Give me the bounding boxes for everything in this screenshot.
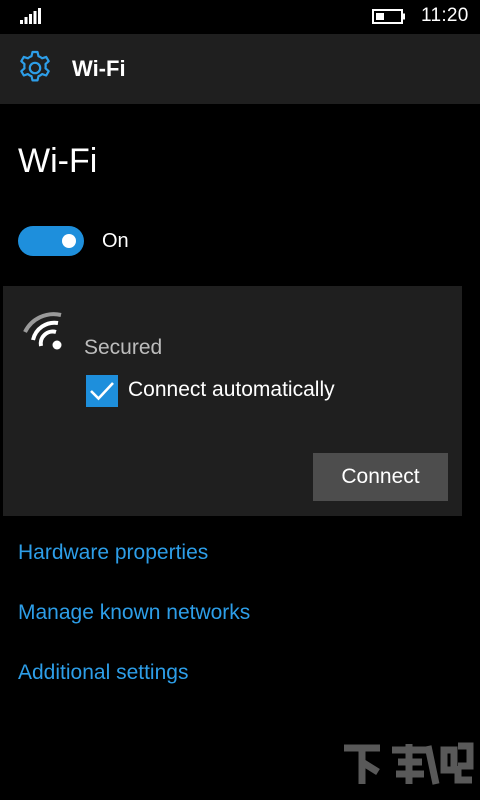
status-time: 11:20 bbox=[421, 5, 469, 26]
network-card[interactable]: Secured Connect automatically Connect bbox=[3, 286, 462, 516]
manage-known-networks-link[interactable]: Manage known networks bbox=[18, 601, 250, 625]
gear-icon bbox=[20, 50, 50, 82]
page-title: Wi-Fi bbox=[18, 142, 98, 180]
network-security-status: Secured bbox=[84, 336, 163, 359]
connect-automatically-checkbox[interactable] bbox=[86, 375, 118, 407]
battery-icon bbox=[372, 9, 405, 24]
additional-settings-link[interactable]: Additional settings bbox=[18, 661, 188, 685]
status-bar: 11:20 bbox=[0, 0, 480, 34]
settings-header: Wi-Fi bbox=[0, 34, 480, 104]
wifi-toggle-label: On bbox=[102, 230, 129, 252]
toggle-knob bbox=[62, 234, 76, 248]
connect-automatically-label[interactable]: Connect automatically bbox=[128, 378, 335, 402]
connect-button[interactable]: Connect bbox=[313, 453, 448, 501]
header-title: Wi-Fi bbox=[72, 56, 126, 81]
watermark-logo bbox=[344, 742, 474, 785]
wifi-toggle[interactable] bbox=[18, 226, 84, 256]
hardware-properties-link[interactable]: Hardware properties bbox=[18, 541, 208, 565]
checkmark-icon bbox=[90, 382, 114, 401]
signal-bars-icon bbox=[20, 8, 41, 24]
wifi-signal-icon bbox=[23, 312, 62, 350]
